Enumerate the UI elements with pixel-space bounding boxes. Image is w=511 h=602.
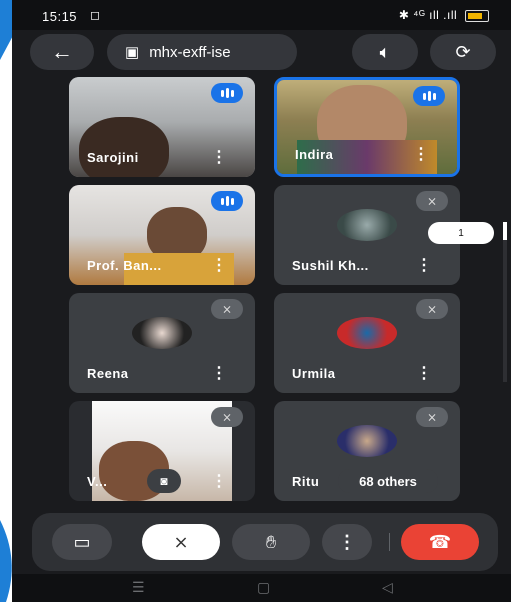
more-options-icon[interactable]: ⋮ (211, 150, 227, 166)
more-options-icon[interactable]: ⋮ (211, 474, 227, 490)
system-navigation-bar: ☰ ▢ ◁ (12, 574, 511, 602)
status-bar: 15:15 ◻ ✱ ⁴ᴳ ıll .ıll (12, 0, 511, 30)
speaker-icon: 🔈︎ (379, 41, 391, 62)
switch-camera-button[interactable]: ⟳ (430, 34, 496, 70)
scrollbar-track[interactable] (503, 222, 507, 382)
others-count: 68 others (359, 473, 417, 489)
calendar-icon: ▣ (125, 44, 140, 61)
participant-tile[interactable]: ⨯ Urmila ⋮ (274, 293, 460, 393)
meeting-code: mhx-exff-ise (149, 43, 231, 61)
controls-divider (389, 533, 390, 551)
meet-screen: 15:15 ◻ ✱ ⁴ᴳ ıll .ıll ← ▣ mhx-exff-ise 🔈… (12, 0, 511, 602)
avatar (337, 209, 397, 241)
avatar (337, 317, 397, 349)
microphone-toggle-button[interactable]: ⨯ (142, 524, 220, 560)
avatar (337, 425, 397, 457)
page-indicator: 1 (428, 222, 494, 244)
others-pill[interactable]: 68 others (338, 469, 438, 493)
status-icons: ✱ ⁴ᴳ ıll .ıll (399, 8, 489, 22)
back-button[interactable]: ← (30, 34, 94, 70)
home-icon[interactable]: ▢ (257, 579, 270, 596)
more-options-button[interactable]: ⋮ (322, 524, 372, 560)
page-number: 1 (458, 227, 464, 239)
participant-name: Indira (295, 147, 334, 162)
speaking-indicator-icon (211, 83, 243, 103)
participant-name: Sarojini (87, 150, 139, 165)
audio-output-button[interactable]: 🔈︎ (352, 34, 418, 70)
recent-apps-icon[interactable]: ☰ (132, 579, 145, 596)
participant-tile[interactable]: ⨯ Ritu 68 others (274, 401, 460, 501)
more-options-icon[interactable]: ⋮ (416, 258, 432, 274)
participant-name: Sushil Kh... (292, 258, 369, 273)
scrollbar-thumb[interactable] (503, 222, 507, 240)
participant-name: Reena (87, 366, 129, 381)
notification-icon: ◻ (90, 8, 101, 22)
hand-icon: ✋︎ (265, 531, 277, 552)
more-options-icon[interactable]: ⋮ (413, 147, 429, 163)
hang-up-icon: ☎ (428, 531, 452, 552)
back-arrow-icon: ← (51, 39, 73, 64)
more-options-icon[interactable]: ⋮ (416, 366, 432, 382)
switch-camera-icon: ⟳ (455, 41, 471, 62)
muted-mic-icon: ⨯ (416, 191, 448, 211)
status-time: 15:15 (42, 9, 78, 24)
muted-mic-icon: ⨯ (211, 299, 243, 319)
participant-tile[interactable]: ⨯ V... ◙ ⋮ (69, 401, 255, 501)
participant-name: V... (87, 474, 108, 489)
more-options-icon[interactable]: ⋮ (211, 258, 227, 274)
meeting-info-button[interactable]: ▣ mhx-exff-ise (107, 34, 297, 70)
participant-tile[interactable]: Prof. Ban... ⋮ (69, 185, 255, 285)
participant-name: Urmila (292, 366, 336, 381)
participant-name: Ritu (292, 474, 320, 489)
signal-icons: ✱ ⁴ᴳ ıll .ıll (398, 8, 458, 22)
camera-toggle-button[interactable]: ▭ (52, 524, 112, 560)
more-vertical-icon: ⋮ (338, 531, 356, 552)
battery-icon (465, 9, 489, 22)
call-controls-bar: ▭ ⨯ ✋︎ ⋮ ☎ (32, 513, 498, 571)
camera-icon: ◙ (160, 474, 168, 488)
participant-tile[interactable]: Indira ⋮ (274, 77, 460, 177)
pin-video-button[interactable]: ◙ (147, 469, 181, 493)
avatar (132, 317, 192, 349)
participant-tile[interactable]: Sarojini ⋮ (69, 77, 255, 177)
raise-hand-button[interactable]: ✋︎ (232, 524, 310, 560)
back-nav-icon[interactable]: ◁ (382, 579, 393, 596)
more-options-icon[interactable]: ⋮ (211, 366, 227, 382)
leave-call-button[interactable]: ☎ (401, 524, 479, 560)
top-bar: ← ▣ mhx-exff-ise 🔈︎ ⟳ (12, 30, 511, 74)
participant-name: Prof. Ban... (87, 258, 162, 273)
video-camera-icon: ▭ (73, 531, 91, 552)
participant-tile[interactable]: ⨯ Reena ⋮ (69, 293, 255, 393)
speaking-indicator-icon (211, 191, 243, 211)
muted-mic-icon: ⨯ (211, 407, 243, 427)
mic-off-icon: ⨯ (173, 531, 189, 552)
speaking-indicator-icon (413, 86, 445, 106)
muted-mic-icon: ⨯ (416, 299, 448, 319)
participant-face (79, 117, 169, 177)
muted-mic-icon: ⨯ (416, 407, 448, 427)
